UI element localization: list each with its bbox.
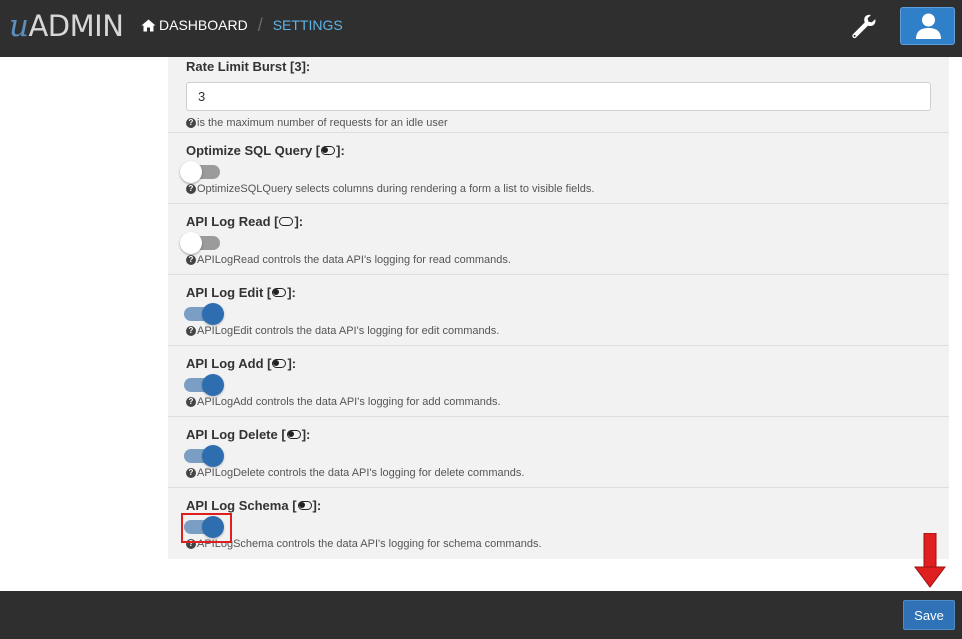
logo-admin: ADMIN xyxy=(28,9,124,43)
help-icon: ? xyxy=(186,118,196,128)
api-log-add-toggle[interactable] xyxy=(182,374,224,396)
api-log-delete-toggle[interactable] xyxy=(182,445,224,467)
breadcrumb-separator: / xyxy=(257,15,263,35)
api-log-delete-label-text: API Log Delete [ xyxy=(186,427,286,442)
api-log-read-hint-text: APILogRead controls the data API's loggi… xyxy=(197,254,511,266)
toggle-on-icon xyxy=(286,430,301,439)
api-log-add-label-text: API Log Add [ xyxy=(186,356,272,371)
help-icon: ? xyxy=(186,255,196,265)
toggle-on-icon xyxy=(297,501,312,510)
breadcrumb: DASHBOARD / SETTINGS xyxy=(141,16,343,34)
api-log-edit-label: API Log Edit []: xyxy=(186,285,296,300)
api-log-schema-label-text: API Log Schema [ xyxy=(186,498,297,513)
api-log-schema-hint-text: APILogSchema controls the data API's log… xyxy=(197,538,542,550)
help-icon: ? xyxy=(186,326,196,336)
api-log-delete-label-suffix: ]: xyxy=(301,427,311,442)
api-log-read-toggle[interactable] xyxy=(180,232,222,254)
api-log-edit-label-text: API Log Edit [ xyxy=(186,285,272,300)
optimize-sql-label-text: Optimize SQL Query [ xyxy=(186,143,321,158)
optimize-sql-label-suffix: ]: xyxy=(336,143,345,158)
toggle-off-icon xyxy=(279,217,294,226)
api-log-schema-hint: ? APILogSchema controls the data API's lo… xyxy=(186,538,542,550)
field-api-log-add: API Log Add []: ? APILogAdd controls the … xyxy=(168,346,949,417)
rate-limit-burst-label: Rate Limit Burst [3]: xyxy=(186,59,311,74)
user-icon xyxy=(916,13,941,39)
optimize-sql-hint-text: OptimizeSQLQuery selects columns during … xyxy=(197,183,595,195)
wrench-icon[interactable] xyxy=(849,12,877,40)
api-log-add-label-suffix: ]: xyxy=(287,356,297,371)
field-api-log-delete: API Log Delete []: ? APILogDelete control… xyxy=(168,417,949,488)
api-log-delete-hint: ? APILogDelete controls the data API's lo… xyxy=(186,467,524,479)
field-optimize-sql-query: Optimize SQL Query []: ? OptimizeSQLQuery… xyxy=(168,133,949,204)
breadcrumb-dashboard[interactable]: DASHBOARD xyxy=(141,16,248,34)
user-menu-button[interactable] xyxy=(900,7,955,45)
toggle-on-icon xyxy=(321,146,336,155)
api-log-read-hint: ? APILogRead controls the data API's logg… xyxy=(186,254,511,266)
api-log-read-label-text: API Log Read [ xyxy=(186,214,279,229)
api-log-delete-hint-text: APILogDelete controls the data API's log… xyxy=(197,467,525,479)
field-api-log-schema: API Log Schema []: ? APILogSchema control… xyxy=(168,488,949,559)
api-log-edit-hint-text: APILogEdit controls the data API's loggi… xyxy=(197,325,500,337)
api-log-add-label: API Log Add []: xyxy=(186,356,296,371)
brand-logo[interactable]: uADMIN xyxy=(9,6,124,46)
arrow-down-icon xyxy=(914,533,946,588)
field-rate-limit-burst: Rate Limit Burst [3]: ?is the maximum nu… xyxy=(168,57,949,133)
api-log-edit-hint: ? APILogEdit controls the data API's logg… xyxy=(186,325,499,337)
help-icon: ? xyxy=(186,468,196,478)
api-log-edit-label-suffix: ]: xyxy=(287,285,296,300)
rate-limit-burst-input[interactable] xyxy=(186,82,931,111)
highlight-box xyxy=(181,513,232,543)
optimize-sql-hint: ? OptimizeSQLQuery selects columns during… xyxy=(186,183,594,195)
api-log-read-label: API Log Read []: xyxy=(186,214,303,229)
breadcrumb-settings[interactable]: SETTINGS xyxy=(273,16,343,34)
field-api-log-read: API Log Read []: ? APILogRead controls th… xyxy=(168,204,949,275)
logo-u: u xyxy=(9,8,29,44)
rate-limit-burst-hint-text: is the maximum number of requests for an… xyxy=(197,117,448,129)
top-navbar: uADMIN DASHBOARD / SETTINGS xyxy=(0,0,962,57)
optimize-sql-label: Optimize SQL Query []: xyxy=(186,143,345,158)
help-icon: ? xyxy=(186,184,196,194)
api-log-delete-label: API Log Delete []: xyxy=(186,427,310,442)
api-log-add-hint-text: APILogAdd controls the data API's loggin… xyxy=(197,396,501,408)
rate-limit-burst-hint: ? is the maximum number of requests for a… xyxy=(186,117,448,129)
api-log-schema-label-suffix: ]: xyxy=(312,498,322,513)
api-log-read-label-suffix: ]: xyxy=(294,214,304,229)
footer-bar xyxy=(0,591,962,639)
toggle-on-icon xyxy=(272,359,287,368)
help-icon: ? xyxy=(186,397,196,407)
api-log-edit-toggle[interactable] xyxy=(182,303,224,325)
optimize-sql-toggle[interactable] xyxy=(180,161,222,183)
home-icon xyxy=(141,19,156,31)
save-button[interactable]: Save xyxy=(903,600,955,630)
breadcrumb-dashboard-label: DASHBOARD xyxy=(159,17,248,33)
toggle-on-icon xyxy=(272,288,287,297)
api-log-schema-label: API Log Schema []: xyxy=(186,498,321,513)
field-api-log-edit: API Log Edit []: ? APILogEdit controls th… xyxy=(168,275,949,346)
settings-form: Rate Limit Burst [3]: ?is the maximum nu… xyxy=(168,57,949,559)
api-log-add-hint: ? APILogAdd controls the data API's loggi… xyxy=(186,396,501,408)
